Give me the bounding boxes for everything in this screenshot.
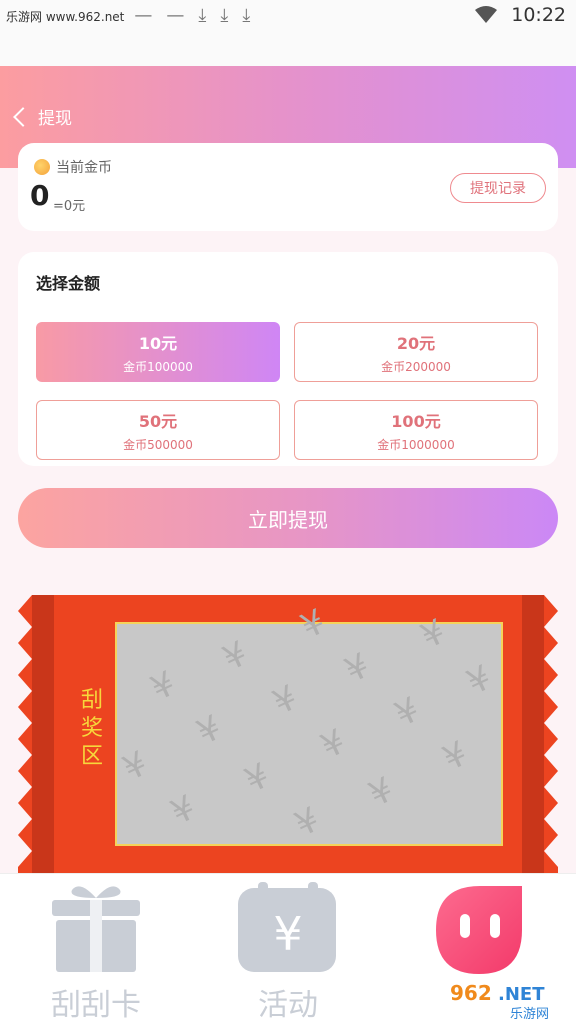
- amount-option-100[interactable]: 100元 金币1000000: [294, 400, 538, 460]
- coin-icon: [34, 159, 50, 175]
- minimize-icon: —: [134, 5, 153, 26]
- amount-value: 10元: [138, 333, 178, 353]
- coin-value: 0: [30, 179, 50, 212]
- status-bar: 乐游网 www.962.net — — ⤓ ⤓ ⤓ 10:22: [0, 0, 576, 32]
- gift-icon: [52, 886, 140, 972]
- clock: 10:22: [511, 4, 566, 26]
- page-title: 提现: [38, 109, 72, 129]
- withdraw-now-button[interactable]: 立即提现: [18, 488, 558, 548]
- mascot-icon: [436, 886, 522, 974]
- download-icon: ⤓: [242, 5, 251, 26]
- coin-equivalent: =0元: [53, 199, 86, 214]
- amount-value: 100元: [391, 411, 441, 431]
- tab-activity[interactable]: ¥ 活动: [192, 874, 384, 1025]
- coin-label: 当前金币: [56, 160, 112, 176]
- withdraw-record-button[interactable]: 提现记录: [450, 173, 546, 203]
- amount-option-50[interactable]: 50元 金币500000: [36, 400, 280, 460]
- coin-card: 当前金币 0 =0元 提现记录: [18, 143, 558, 231]
- right-ribbon: [522, 595, 544, 873]
- tab-label: 活动: [258, 988, 318, 1023]
- amount-option-20[interactable]: 20元 金币200000: [294, 322, 538, 382]
- amount-coins: 金币100000: [123, 359, 193, 374]
- coin-label-row: 当前金币: [34, 157, 112, 177]
- scratch-area-label: 刮奖区: [81, 688, 103, 769]
- wifi-icon: [475, 6, 498, 23]
- amount-title: 选择金额: [36, 274, 101, 293]
- site-watermark-logo: 962 .NET 乐游网: [446, 980, 572, 1022]
- amount-coins: 金币500000: [123, 437, 193, 452]
- download-icon: ⤓: [198, 5, 207, 26]
- svg-text:962: 962: [450, 981, 492, 1005]
- svg-text:.NET: .NET: [498, 984, 545, 1005]
- yuan-calendar-icon: ¥: [238, 882, 336, 972]
- app-top-spacer: [0, 32, 576, 66]
- svg-text:¥: ¥: [273, 907, 302, 961]
- amount-value: 20元: [396, 333, 436, 353]
- amount-card: 选择金额 10元 金币100000 20元 金币200000 50元 金币500…: [18, 252, 558, 466]
- back-button[interactable]: 提现: [10, 104, 72, 129]
- watermark-text: 乐游网 www.962.net: [6, 9, 125, 24]
- scratch-label-char: 奖: [81, 716, 103, 741]
- scratch-card[interactable]: ¥ ¥ ¥ ¥ ¥ ¥ ¥ ¥ ¥ ¥ ¥ ¥ ¥ ¥ ¥ ¥ 刮奖区: [18, 595, 558, 873]
- tab-label: 刮刮卡: [51, 988, 141, 1023]
- download-icon: ⤓: [220, 5, 229, 26]
- tab-scratch-card[interactable]: 刮刮卡: [0, 874, 192, 1025]
- amount-option-10[interactable]: 10元 金币100000: [36, 322, 280, 382]
- scratch-label-char: 区: [81, 744, 103, 769]
- amount-coins: 金币1000000: [377, 437, 455, 452]
- notification-icons: — — ⤓ ⤓ ⤓: [134, 7, 250, 25]
- amount-coins: 金币200000: [381, 359, 451, 374]
- chevron-left-icon: [13, 106, 33, 127]
- left-ribbon: [32, 595, 54, 873]
- svg-text:乐游网: 乐游网: [510, 1007, 549, 1022]
- amount-value: 50元: [138, 411, 178, 431]
- scratch-label-char: 刮: [81, 688, 103, 713]
- minimize-icon: —: [166, 5, 185, 26]
